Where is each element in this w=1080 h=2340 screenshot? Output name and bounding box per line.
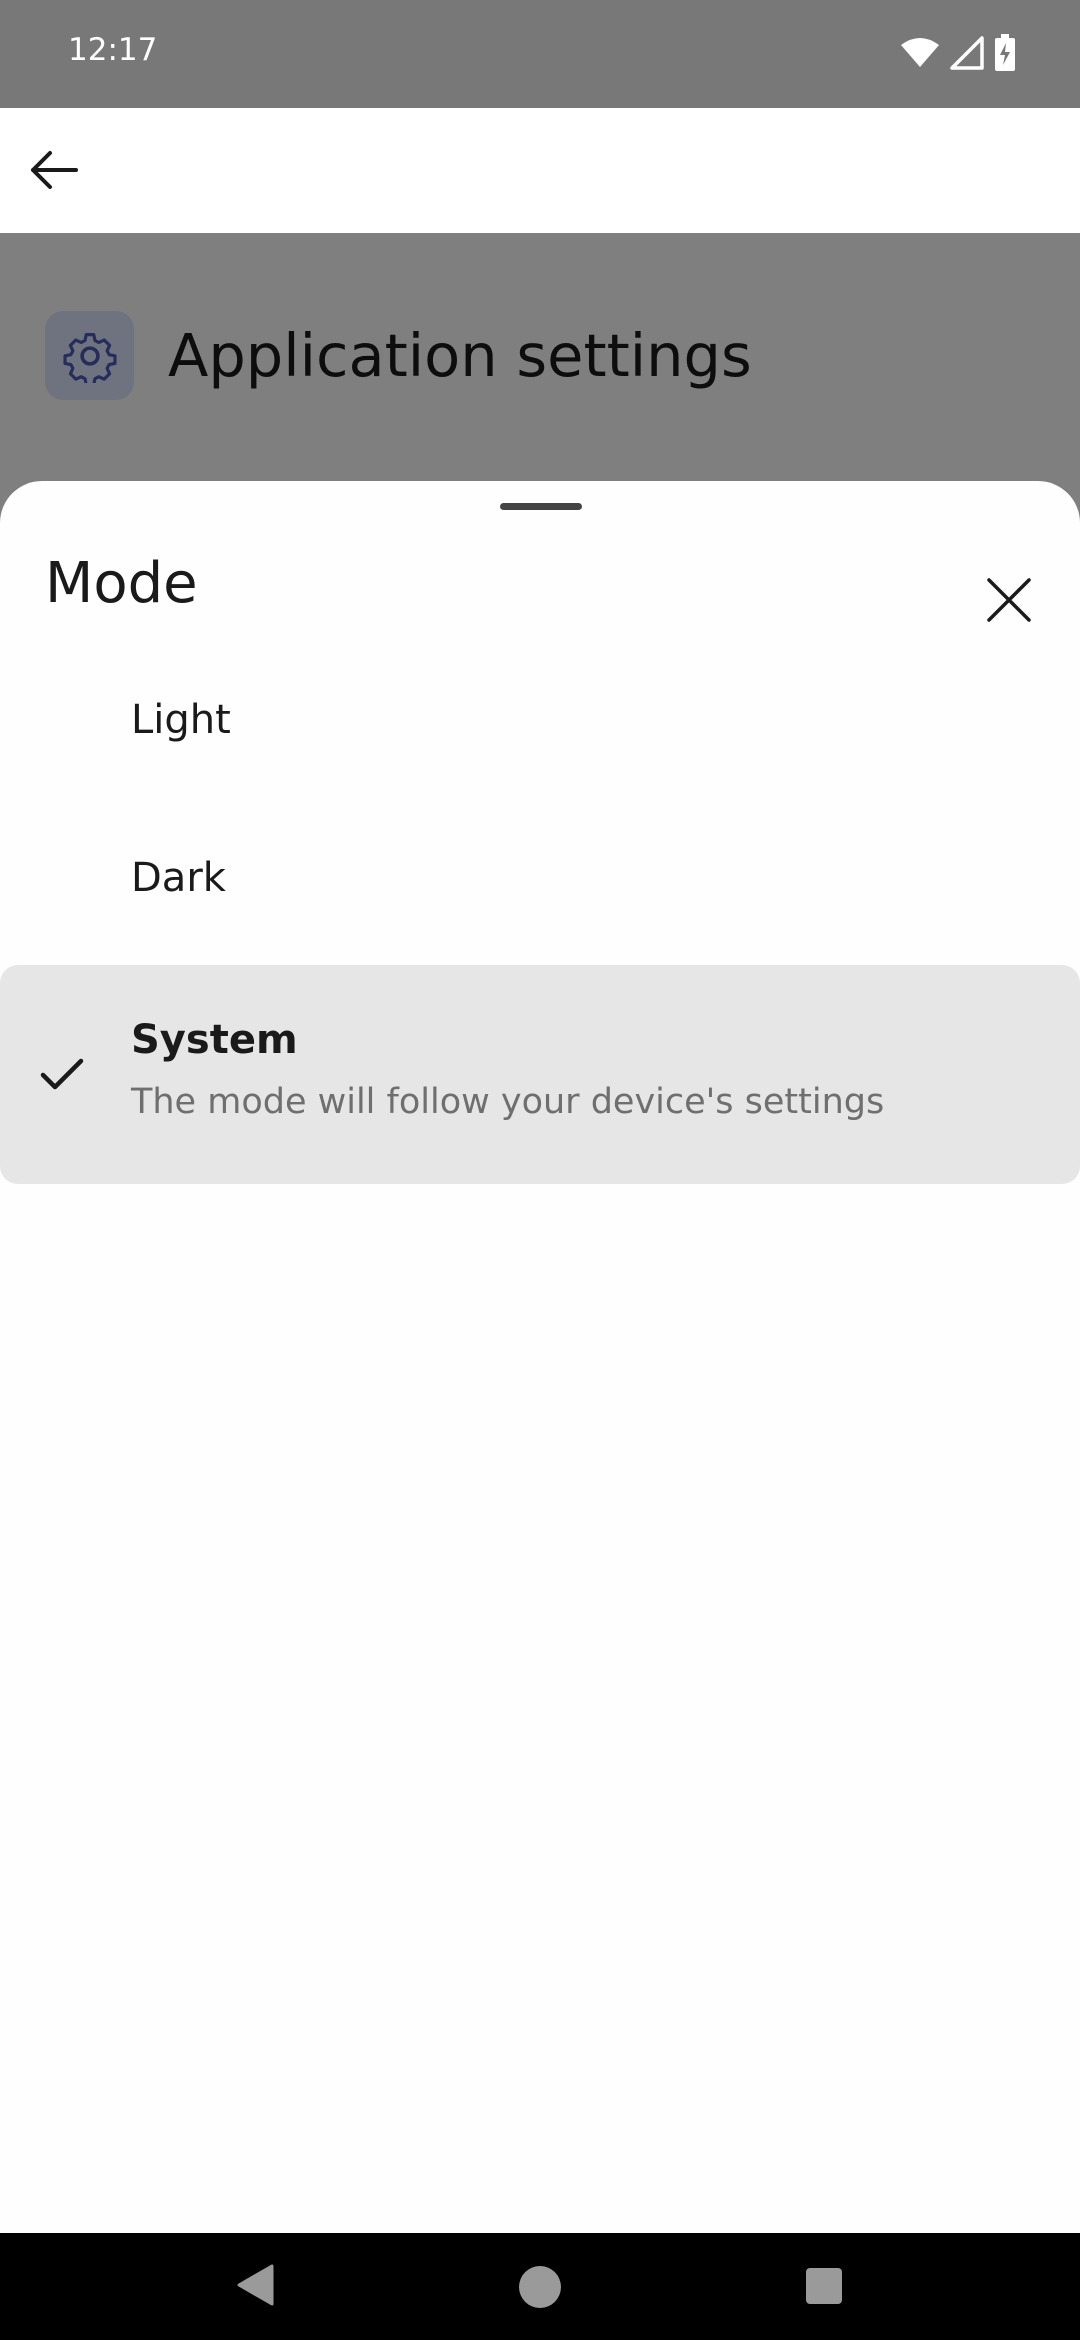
status-icons bbox=[900, 34, 1016, 72]
option-label: Dark bbox=[131, 855, 226, 901]
signal-icon bbox=[950, 36, 984, 70]
app-bar bbox=[0, 108, 1080, 233]
close-icon bbox=[987, 578, 1031, 622]
check-icon bbox=[40, 1058, 84, 1090]
option-description: The mode will follow your device's setti… bbox=[131, 1082, 885, 1122]
close-button[interactable] bbox=[974, 565, 1044, 635]
option-label: Light bbox=[131, 697, 231, 743]
sheet-title: Mode bbox=[45, 551, 198, 616]
drag-handle[interactable] bbox=[500, 503, 582, 510]
status-bar: 12:17 bbox=[0, 0, 1080, 108]
back-button[interactable] bbox=[22, 138, 86, 202]
nav-home-icon[interactable] bbox=[519, 2266, 561, 2308]
mode-option-dark[interactable]: Dark bbox=[0, 815, 1080, 965]
mode-option-light[interactable]: Light bbox=[0, 657, 1080, 807]
nav-back-icon[interactable] bbox=[236, 2263, 274, 2307]
mode-option-system[interactable]: System The mode will follow your device'… bbox=[0, 965, 1080, 1184]
arrow-left-icon bbox=[31, 151, 78, 189]
option-label: System bbox=[131, 1017, 298, 1063]
mode-bottom-sheet: Mode Light Dark System The mode will fol… bbox=[0, 481, 1080, 2233]
wifi-icon bbox=[901, 38, 939, 67]
system-nav-bar bbox=[0, 2233, 1080, 2340]
nav-recents-icon[interactable] bbox=[806, 2268, 842, 2304]
battery-charging-icon bbox=[995, 34, 1015, 71]
status-time: 12:17 bbox=[68, 32, 158, 68]
